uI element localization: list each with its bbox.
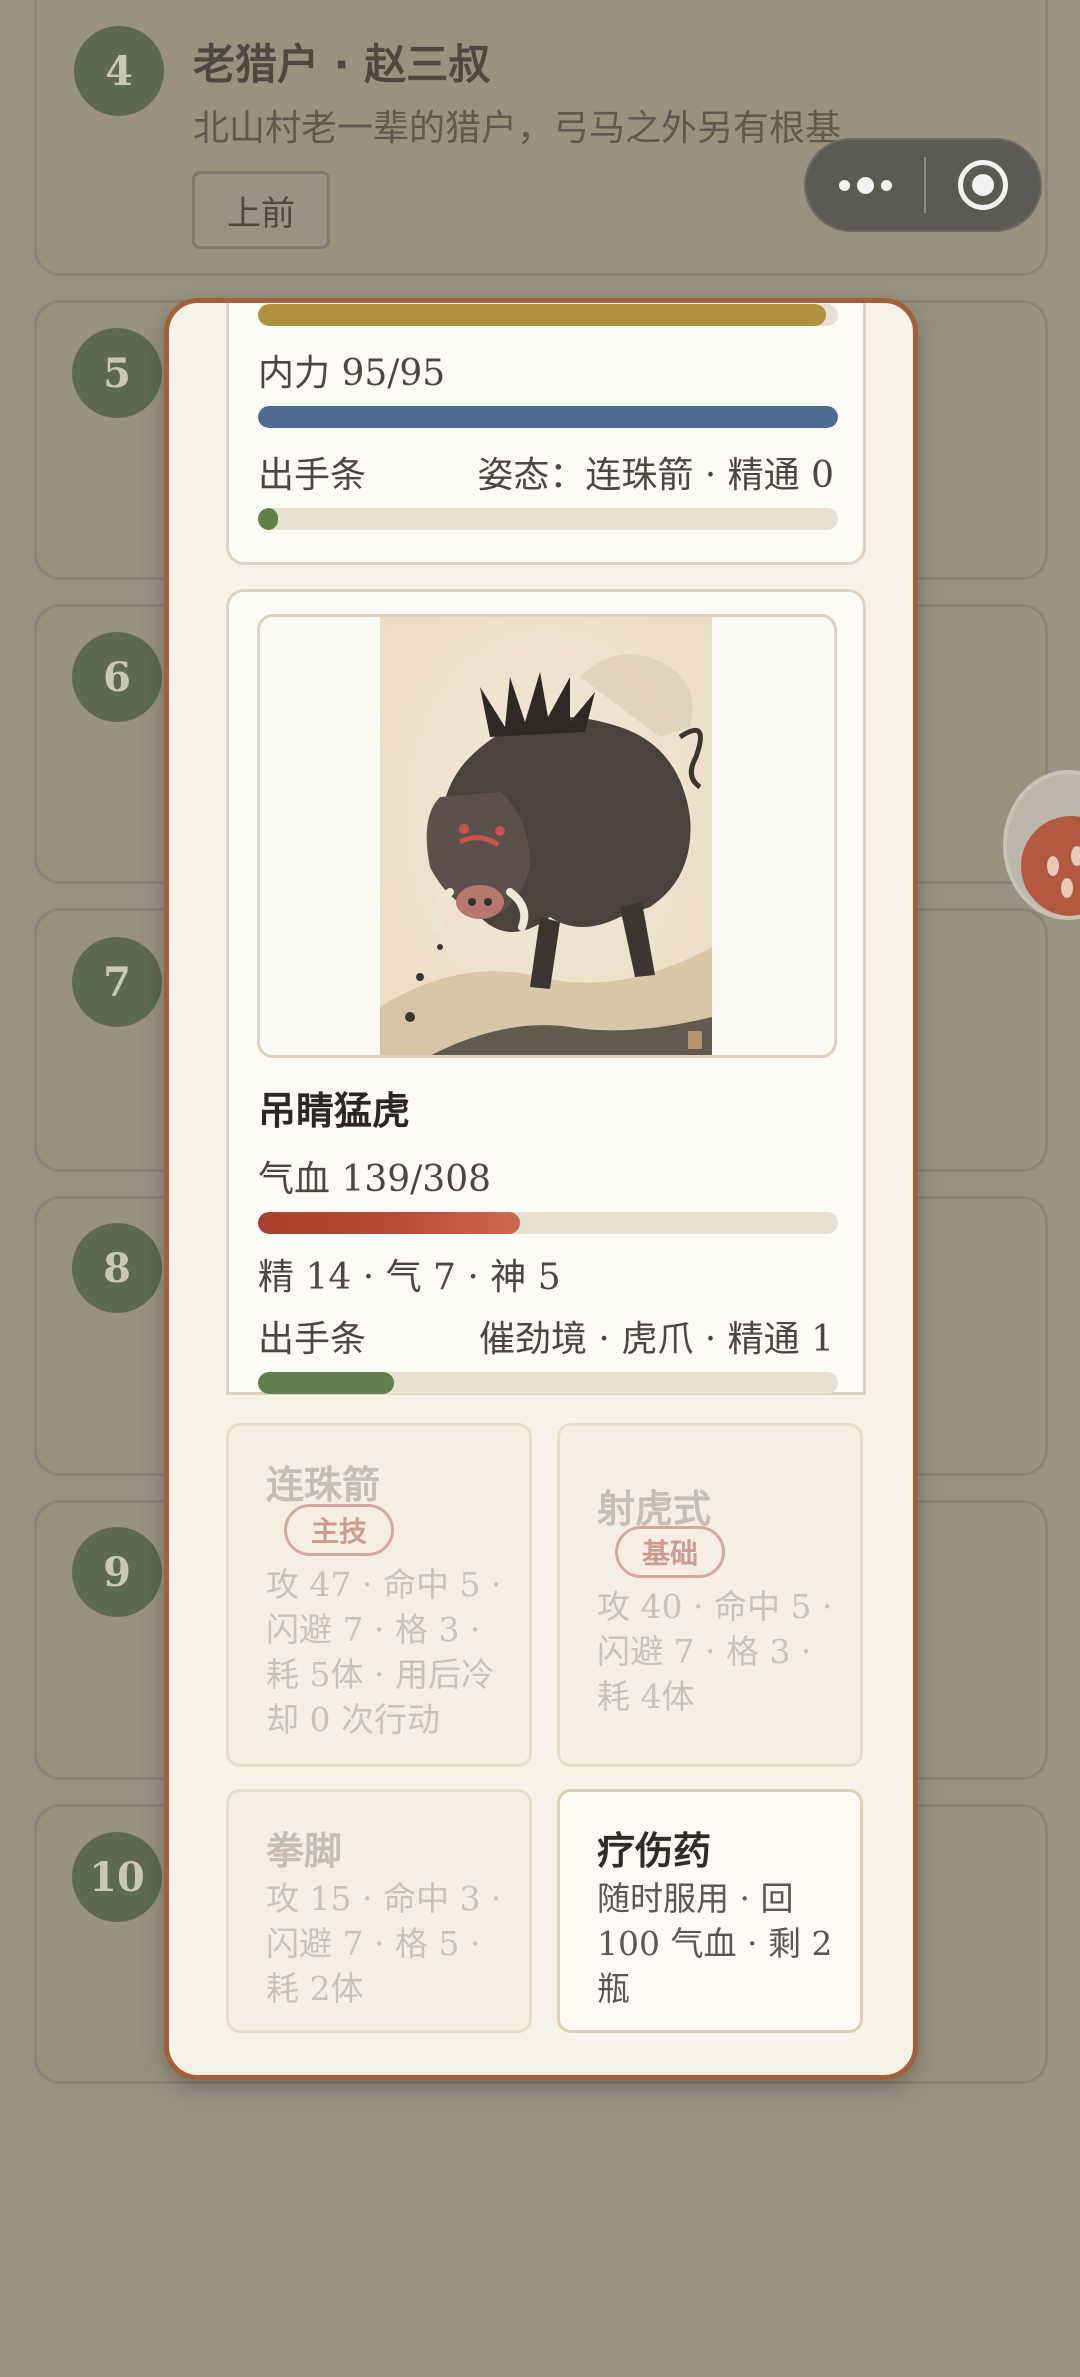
npc-number: 10: [72, 1832, 162, 1922]
skill-desc: 攻 15 · 命中 3 · 闪避 7 · 格 5 · 耗 2体: [266, 1879, 502, 2008]
item-desc: 随时服用 · 回 100 气血 · 剩 2 瓶: [597, 1879, 833, 2008]
npc-description: 北山村老一辈的猎户，弓马之外另有根基: [193, 108, 842, 149]
npc-number: 8: [72, 1223, 162, 1313]
skill-desc: 攻 47 · 命中 5 · 闪避 7 · 格 3 · 耗 5体 · 用后冷却 0…: [266, 1565, 502, 1739]
skill-name: 射虎式: [597, 1487, 712, 1531]
npc-number: 4: [74, 26, 164, 116]
mini-program-capsule: [804, 138, 1042, 232]
npc-number: 6: [72, 632, 162, 722]
player-stance-text: 姿态：连珠箭 · 精通 0: [477, 455, 834, 496]
enemy-hp-bar: [258, 1212, 838, 1234]
player-neili-bar: [258, 406, 838, 428]
enemy-stance-text: 催劲境 · 虎爪 · 精通 1: [478, 1319, 834, 1360]
approach-button[interactable]: 上前: [192, 171, 330, 249]
enemy-turn-bar: [258, 1372, 838, 1394]
battle-modal: 内力 95/95 出手条 姿态：连珠箭 · 精通 0 吊睛猛虎 气血 139/3…: [164, 298, 918, 2080]
gourd-icon: [1021, 816, 1080, 916]
skill-desc: 攻 40 · 命中 5 · 闪避 7 · 格 3 · 耗 4体: [597, 1587, 833, 1716]
enemy-turn-label: 出手条: [258, 1319, 367, 1360]
target-close-icon[interactable]: [926, 160, 1040, 210]
skill-name: 连珠箭: [266, 1463, 381, 1507]
npc-number: 5: [72, 328, 162, 418]
enemy-hp-text: 气血 139/308: [258, 1159, 491, 1200]
enemy-status-panel: 吊睛猛虎 气血 139/308 精 14 · 气 7 · 神 5 出手条 催劲境…: [226, 589, 866, 1395]
player-turn-label: 出手条: [258, 455, 367, 496]
player-neili-text: 内力 95/95: [258, 353, 446, 394]
enemy-turn-fill: [258, 1372, 395, 1394]
player-turn-bar: [258, 508, 838, 530]
skill-card-quanjiao[interactable]: 拳脚 攻 15 · 命中 3 · 闪避 7 · 格 5 · 耗 2体: [226, 1789, 532, 2033]
skill-card-shehushi[interactable]: 射虎式 基础 攻 40 · 命中 5 · 闪避 7 · 格 3 · 耗 4体: [557, 1423, 863, 1767]
enemy-attrs-text: 精 14 · 气 7 · 神 5: [258, 1257, 561, 1298]
skill-name: 拳脚: [266, 1829, 343, 1873]
item-name: 疗伤药: [597, 1829, 712, 1873]
player-neili-fill: [258, 406, 838, 428]
npc-name: 老猎户 · 赵三叔: [193, 40, 491, 89]
more-dots-icon[interactable]: [806, 140, 924, 230]
enemy-portrait-frame: [257, 614, 837, 1058]
enemy-hp-fill: [258, 1212, 520, 1234]
player-status-panel: 内力 95/95 出手条 姿态：连珠箭 · 精通 0: [226, 303, 866, 565]
player-turn-fill: [258, 508, 279, 530]
player-hp-fill: [258, 304, 827, 326]
enemy-name: 吊睛猛虎: [258, 1089, 411, 1133]
skill-card-lianzhujian[interactable]: 连珠箭 主技 攻 47 · 命中 5 · 闪避 7 · 格 3 · 耗 5体 ·…: [226, 1423, 532, 1767]
wild-boar-ink-painting: [380, 617, 712, 1055]
npc-number: 9: [72, 1527, 162, 1617]
item-card-liaoshangyao[interactable]: 疗伤药 随时服用 · 回 100 气血 · 剩 2 瓶: [557, 1789, 863, 2033]
player-hp-bar: [258, 304, 838, 326]
skill-tag: 基础: [615, 1526, 726, 1578]
skill-tag: 主技: [284, 1504, 395, 1556]
npc-number: 7: [72, 937, 162, 1027]
